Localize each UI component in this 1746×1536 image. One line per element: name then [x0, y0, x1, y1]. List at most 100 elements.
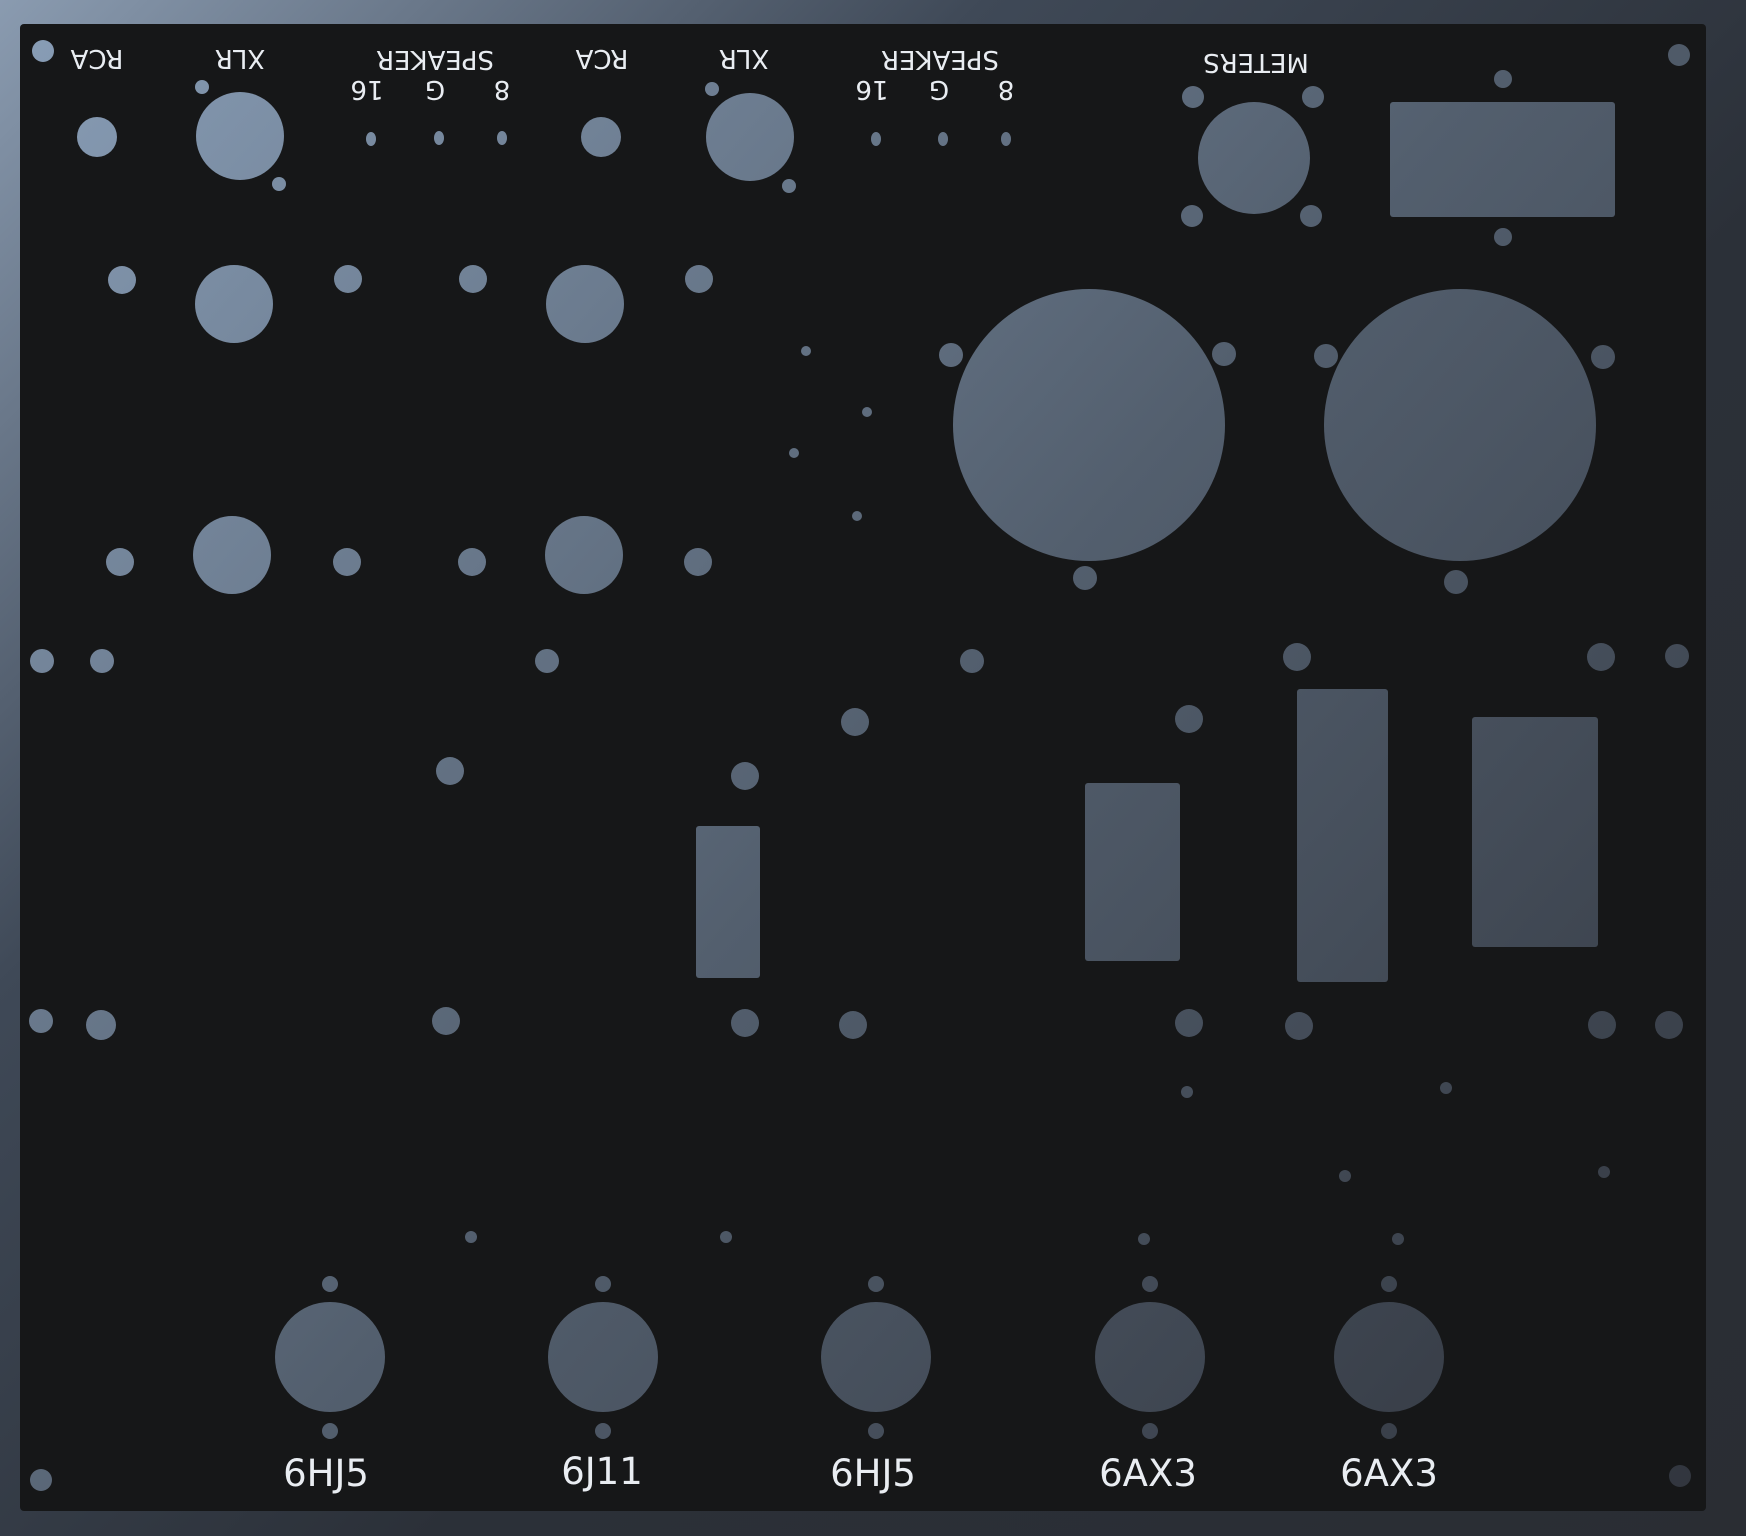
transformer-screw-hole	[1591, 345, 1615, 369]
label-xlr-right: XLR	[719, 43, 769, 73]
label-speaker-left: SPEAKER	[376, 44, 494, 74]
rectangular-cutout	[1472, 717, 1598, 947]
socket-screw-hole	[322, 1276, 338, 1292]
transformer-screw-hole	[939, 343, 963, 367]
socket-screw-hole	[1381, 1423, 1397, 1439]
mount-hole	[1668, 44, 1690, 66]
tube-label: 6AX3	[1340, 1452, 1438, 1495]
mount-hole	[1588, 1011, 1616, 1039]
transformer-screw-hole	[1314, 344, 1338, 368]
tube-socket-hole	[548, 1302, 658, 1412]
mount-hole	[1587, 643, 1615, 671]
mount-hole	[1285, 1012, 1313, 1040]
small-hole	[1392, 1233, 1404, 1245]
rectangular-cutout	[1390, 102, 1615, 217]
mount-hole	[334, 265, 362, 293]
tube-label: 6HJ5	[830, 1452, 916, 1495]
label-tap-16-left: 16	[350, 74, 383, 104]
mount-hole	[432, 1007, 460, 1035]
mount-hole	[1494, 228, 1512, 246]
label-tap-g-right: G	[929, 74, 949, 104]
small-hole	[1181, 1086, 1193, 1098]
mount-hole	[108, 266, 136, 294]
label-tap-8-left: 8	[494, 74, 511, 104]
socket-hole	[545, 516, 623, 594]
mount-hole	[333, 548, 361, 576]
transformer-screw-hole	[1444, 570, 1468, 594]
speaker-terminal-hole	[434, 131, 444, 145]
mount-hole	[1175, 705, 1203, 733]
speaker-terminal-hole	[366, 132, 376, 146]
mount-hole	[90, 649, 114, 673]
label-rca-left: RCA	[70, 43, 123, 73]
tube-label: 6HJ5	[283, 1452, 369, 1495]
tube-label: 6AX3	[1099, 1452, 1197, 1495]
mount-hole	[29, 1009, 53, 1033]
small-hole	[1138, 1233, 1150, 1245]
transformer-screw-hole	[1212, 342, 1236, 366]
mount-hole	[839, 1011, 867, 1039]
label-tap-8-right: 8	[998, 74, 1015, 104]
meter-hole	[1198, 102, 1310, 214]
xlr-jack-hole	[196, 92, 284, 180]
socket-screw-hole	[595, 1423, 611, 1439]
label-tap-16-right: 16	[855, 74, 888, 104]
mount-hole	[1283, 643, 1311, 671]
small-hole	[852, 511, 862, 521]
small-hole	[1598, 1166, 1610, 1178]
label-xlr-left: XLR	[215, 43, 265, 73]
mount-hole	[30, 649, 54, 673]
panel-plate	[20, 24, 1706, 1511]
meter-screw-hole	[1300, 205, 1322, 227]
socket-screw-hole	[868, 1423, 884, 1439]
mount-hole	[1665, 644, 1689, 668]
mount-hole	[960, 649, 984, 673]
label-speaker-right: SPEAKER	[881, 44, 999, 74]
mount-hole	[86, 1010, 116, 1040]
small-hole	[862, 407, 872, 417]
mount-hole	[1669, 1465, 1691, 1487]
mount-hole	[106, 548, 134, 576]
socket-screw-hole	[1142, 1276, 1158, 1292]
mount-hole	[535, 649, 559, 673]
tube-label: 6J11	[561, 1450, 643, 1493]
meter-screw-hole	[1302, 86, 1324, 108]
mount-hole	[30, 1469, 52, 1491]
speaker-terminal-hole	[497, 131, 507, 145]
tube-socket-hole	[821, 1302, 931, 1412]
mount-hole	[731, 762, 759, 790]
mount-hole	[685, 265, 713, 293]
tube-socket-hole	[275, 1302, 385, 1412]
mount-hole	[436, 757, 464, 785]
mount-hole	[731, 1009, 759, 1037]
rectangular-cutout	[696, 826, 760, 978]
label-meters: METERS	[1203, 47, 1309, 77]
transformer-hole	[953, 289, 1225, 561]
chassis-drawing: RCA XLR SPEAKER 16 G 8 RCA XLR SPEAKER 1…	[20, 24, 1706, 1511]
mount-hole	[684, 548, 712, 576]
mount-hole	[459, 265, 487, 293]
speaker-terminal-hole	[1001, 132, 1011, 146]
xlr-jack-hole	[706, 93, 794, 181]
small-hole	[1339, 1170, 1351, 1182]
rectangular-cutout	[1297, 689, 1388, 982]
small-hole	[789, 448, 799, 458]
socket-screw-hole	[868, 1276, 884, 1292]
label-rca-right: RCA	[575, 43, 628, 73]
speaker-terminal-hole	[871, 132, 881, 146]
mount-hole	[841, 708, 869, 736]
speaker-terminal-hole	[938, 132, 948, 146]
rectangular-cutout	[1085, 783, 1180, 961]
socket-hole	[546, 265, 624, 343]
transformer-hole	[1324, 289, 1596, 561]
socket-screw-hole	[1381, 1276, 1397, 1292]
rca-jack-hole	[581, 117, 621, 157]
xlr-screw-hole	[705, 82, 719, 96]
socket-screw-hole	[322, 1423, 338, 1439]
xlr-screw-hole	[272, 177, 286, 191]
label-tap-g-left: G	[425, 74, 445, 104]
tube-socket-hole	[1095, 1302, 1205, 1412]
xlr-screw-hole	[782, 179, 796, 193]
small-hole	[720, 1231, 732, 1243]
mount-hole	[1175, 1009, 1203, 1037]
